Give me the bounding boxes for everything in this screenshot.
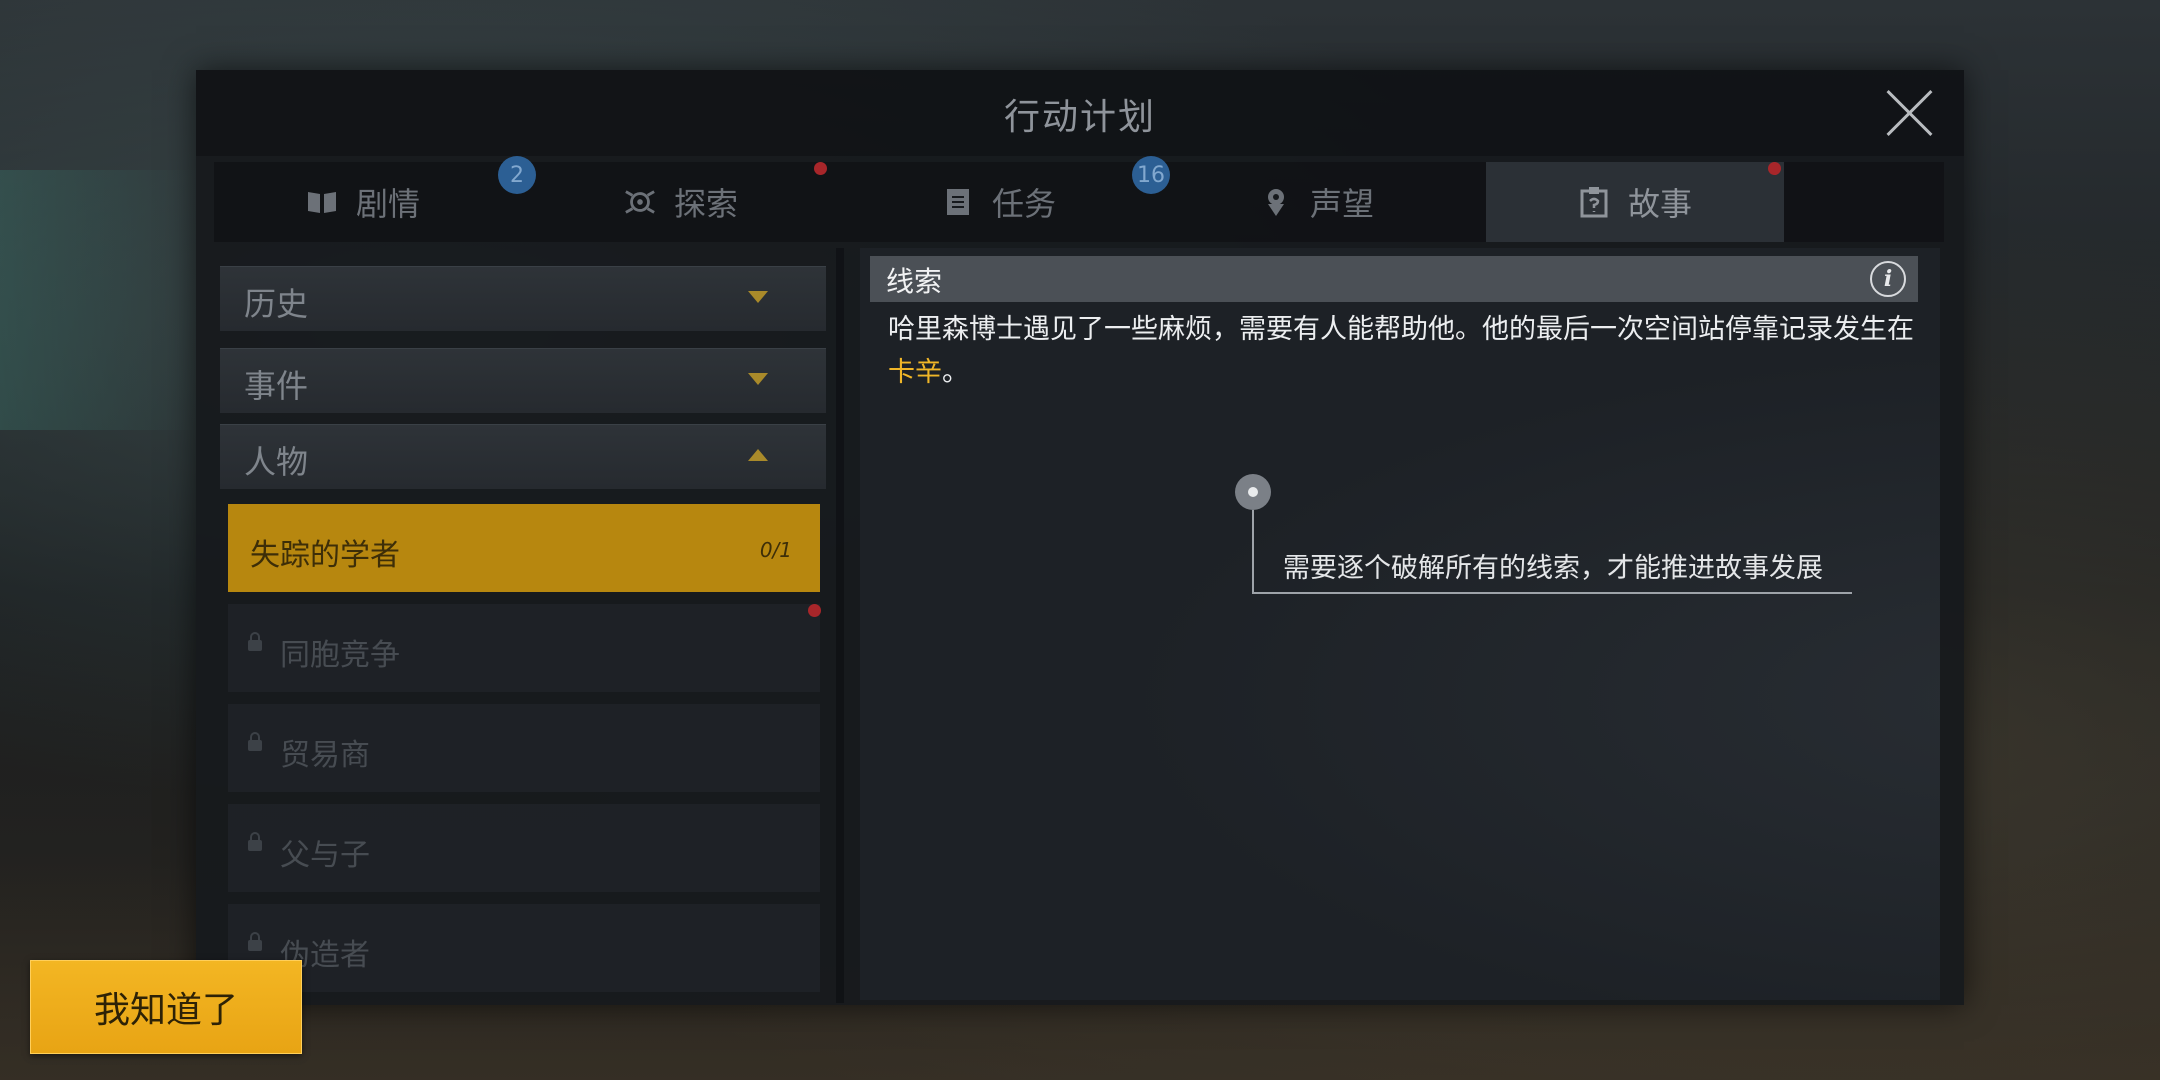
chevron-down-icon [748, 291, 768, 303]
tab-label: 声望 [1309, 185, 1374, 223]
panel-divider [836, 248, 844, 1003]
tab-reputation[interactable]: 声望 [1168, 162, 1466, 242]
story-name: 父与子 [280, 838, 370, 873]
background-sign [0, 170, 200, 430]
story-name: 失踪的学者 [250, 538, 400, 573]
category-label: 事件 [244, 367, 309, 405]
story-icon [1578, 186, 1610, 218]
clipboard-icon [942, 186, 974, 218]
tip-anchor-dot [1235, 474, 1271, 510]
clue-text-end: 。 [942, 357, 969, 388]
lock-icon [248, 632, 262, 651]
clue-description: 哈里森博士遇见了一些麻烦，需要有人能帮助他。他的最后一次空间站停靠记录发生在卡辛… [888, 308, 1918, 394]
pin-icon [1260, 186, 1292, 218]
action-plan-panel: 行动计划 剧情 2 探索 任务 16 声望 故事 历史 事件 人物 失踪的学者 … [196, 70, 1964, 1005]
clue-location-highlight[interactable]: 卡辛 [888, 357, 942, 388]
tab-mission[interactable]: 任务 [850, 162, 1148, 242]
info-icon[interactable]: i [1870, 261, 1906, 297]
panel-header: 行动计划 [196, 70, 1964, 156]
tab-label: 探索 [673, 185, 738, 223]
book-icon [306, 186, 338, 218]
tutorial-tip: 需要逐个破解所有的线索，才能推进故事发展 [1283, 553, 1823, 584]
story-item-father-and-son[interactable]: 父与子 [228, 804, 820, 892]
tab-alert-dot [814, 162, 827, 175]
clue-text: 哈里森博士遇见了一些麻烦，需要有人能帮助他。他的最后一次空间站停靠记录发生在 [888, 314, 1914, 345]
story-item-forger[interactable]: 伪造者 [228, 904, 820, 992]
tab-badge: 16 [1132, 156, 1170, 194]
lock-icon [248, 732, 262, 751]
tab-label: 任务 [991, 185, 1056, 223]
story-item-trader[interactable]: 贸易商 [228, 704, 820, 792]
category-events[interactable]: 事件 [220, 348, 826, 413]
panel-title: 行动计划 [1003, 97, 1156, 138]
category-label: 人物 [244, 443, 309, 481]
category-label: 历史 [244, 285, 309, 323]
category-characters[interactable]: 人物 [220, 424, 826, 489]
story-progress: 0/1 [759, 538, 792, 562]
story-name: 贸易商 [280, 738, 370, 773]
chevron-up-icon [748, 449, 768, 461]
tab-plot[interactable]: 剧情 [214, 162, 512, 242]
story-item-missing-scholar[interactable]: 失踪的学者 0/1 [228, 504, 820, 592]
story-name: 同胞竞争 [280, 638, 400, 673]
story-alert-dot [808, 604, 821, 617]
clue-title: 线索 [886, 265, 943, 298]
explore-icon [624, 186, 656, 218]
tab-bar: 剧情 2 探索 任务 16 声望 故事 [214, 156, 1944, 242]
clue-panel: 线索 i 哈里森博士遇见了一些麻烦，需要有人能帮助他。他的最后一次空间站停靠记录… [860, 248, 1940, 1000]
category-history[interactable]: 历史 [220, 266, 826, 331]
tab-alert-dot [1768, 162, 1781, 175]
tab-label: 剧情 [355, 185, 420, 223]
clue-header: 线索 i [870, 256, 1918, 302]
lock-icon [248, 832, 262, 851]
chevron-down-icon [748, 373, 768, 385]
tab-label: 故事 [1627, 185, 1692, 223]
tip-underline [1252, 592, 1852, 594]
got-it-button[interactable]: 我知道了 [30, 960, 302, 1054]
tab-badge: 2 [498, 156, 536, 194]
tab-story[interactable]: 故事 [1486, 162, 1784, 242]
lock-icon [248, 932, 262, 951]
story-item-sibling-rivalry[interactable]: 同胞竞争 [228, 604, 820, 692]
close-button[interactable] [1884, 88, 1934, 138]
tab-explore[interactable]: 探索 [532, 162, 830, 242]
tip-connector [1252, 510, 1254, 594]
